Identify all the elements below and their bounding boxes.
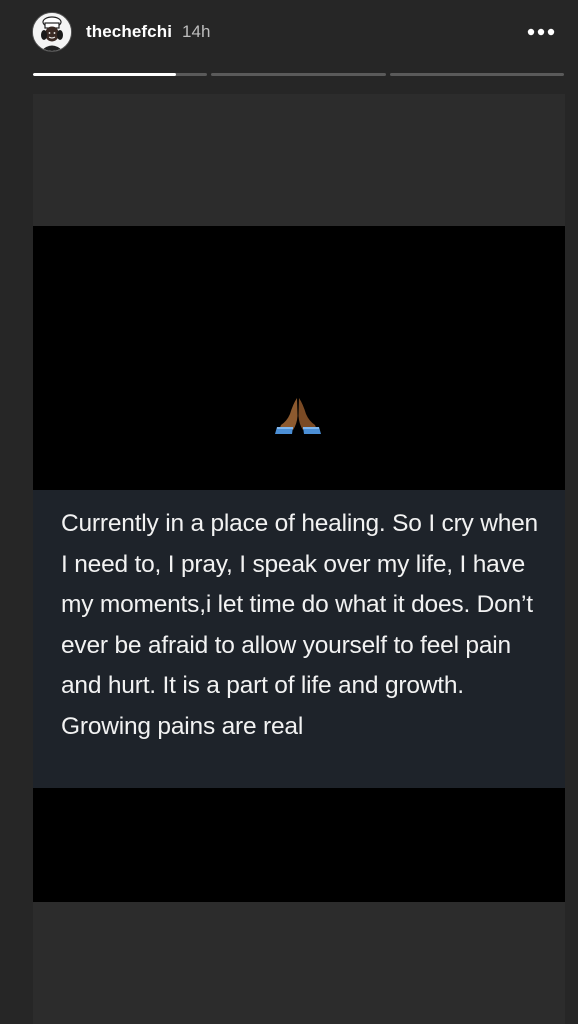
- more-horizontal-icon: [527, 28, 555, 36]
- story-progress-bar: [33, 73, 564, 76]
- folded-hands-icon: [275, 398, 321, 434]
- image-bottom-area: [33, 788, 565, 902]
- progress-segment: [33, 73, 208, 76]
- avatar[interactable]: [32, 12, 72, 52]
- story-header: thechefchi 14h: [32, 10, 558, 54]
- image-top-area: [33, 226, 565, 490]
- text-panel: Currently in a place of healing. So I cr…: [33, 490, 565, 788]
- story-viewer: thechefchi 14h Currently in a place of h…: [0, 0, 578, 1024]
- chef-avatar-icon: [33, 13, 71, 51]
- timestamp: 14h: [182, 22, 211, 41]
- progress-segment: [211, 73, 386, 76]
- progress-segment: [389, 73, 564, 76]
- more-button[interactable]: [524, 17, 558, 47]
- story-media[interactable]: Currently in a place of healing. So I cr…: [33, 94, 565, 1024]
- story-text: Currently in a place of healing. So I cr…: [61, 510, 538, 740]
- username[interactable]: thechefchi: [86, 22, 172, 42]
- progress-segment-fill: [33, 73, 176, 76]
